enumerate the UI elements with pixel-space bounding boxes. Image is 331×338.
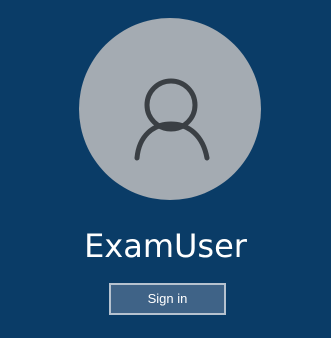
- lock-screen: ExamUser Sign in: [0, 0, 331, 338]
- user-avatar: [79, 18, 261, 200]
- sign-in-button[interactable]: Sign in: [109, 283, 226, 315]
- username-label: ExamUser: [84, 227, 247, 265]
- user-silhouette-icon: [134, 78, 210, 161]
